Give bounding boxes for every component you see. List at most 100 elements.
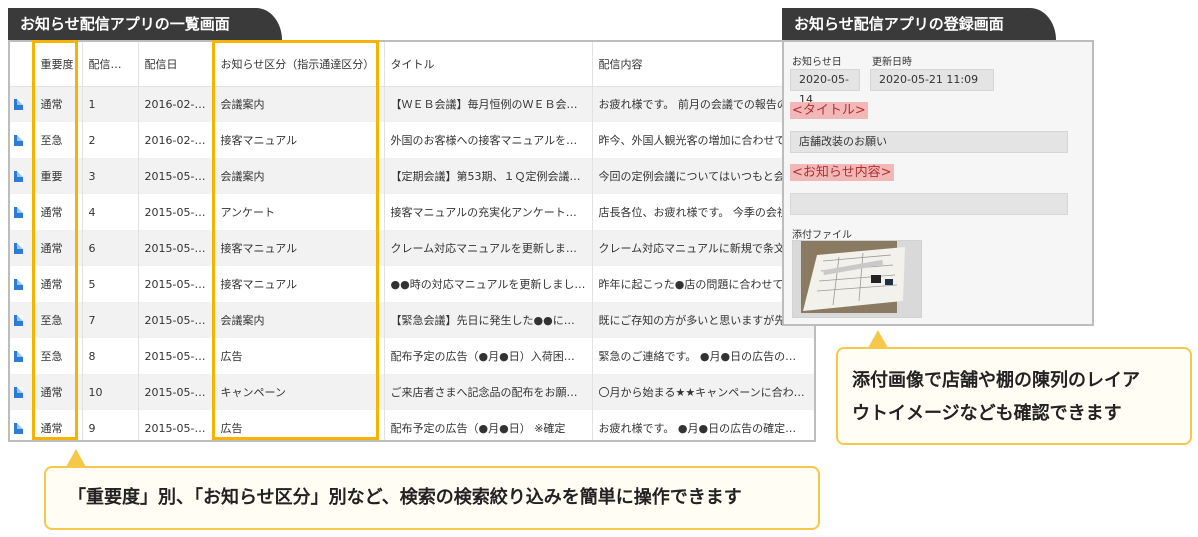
document-icon[interactable]: [14, 423, 23, 434]
number-cell: 3: [82, 158, 139, 194]
title-cell: クレーム対応マニュアルを更新しました…: [384, 230, 593, 266]
number-cell: 10: [82, 374, 139, 410]
priority-cell: 通常: [34, 230, 83, 266]
table-row[interactable]: 通常 1 2016-02-02 会議案内 【ＷＥＢ会議】毎月恒例のＷＥＢ会議。 お疲れ様で…: [10, 86, 814, 122]
priority-cell: 至急: [34, 122, 83, 158]
col-header-category[interactable]: お知らせ区分（指示通達区分）: [214, 42, 385, 87]
image-callout-line2: ウトイメージなども確認できます: [852, 403, 1122, 424]
priority-cell: 通常: [34, 194, 83, 230]
notice-list-panel: 重要度 配信番号 配信日 お知らせ区分（指示通達区分） タイトル 配信内容 通常…: [8, 40, 816, 442]
notice-register-panel: お知らせ日 更新日時 2020-05-14 2020-05-21 11:09 <…: [782, 40, 1094, 326]
title-cell: 【ＷＥＢ会議】毎月恒例のＷＥＢ会議。: [384, 86, 593, 122]
title-field[interactable]: 店舗改装のお願い: [790, 131, 1068, 153]
priority-cell: 重要: [34, 158, 83, 194]
search-callout: 「重要度」別、「お知らせ区分」別など、検索の検索絞り込みを簡単に操作できます: [44, 466, 820, 530]
priority-cell: 通常: [34, 410, 83, 440]
title-cell: 接客マニュアルの充実化アンケートへの…: [384, 194, 593, 230]
title-cell: 配布予定の広告（●月●日）入荷困難の…: [384, 338, 593, 374]
title-cell: 【定期会議】第53期、１Ｑ定例会議の…: [384, 158, 593, 194]
updated-field: 2020-05-21 11:09: [870, 69, 994, 91]
content-cell: お疲れ様です。 ●月●日の広告の確定…: [592, 410, 814, 440]
number-cell: 2: [82, 122, 139, 158]
document-icon[interactable]: [14, 171, 23, 182]
title-cell: 外国のお客様への接客マニュアルを更新…: [384, 122, 593, 158]
doc-icon-cell: [10, 158, 35, 194]
document-icon[interactable]: [14, 99, 23, 111]
number-cell: 5: [82, 266, 139, 302]
blueprint-photo-icon: [793, 241, 921, 317]
doc-icon-cell: [10, 122, 35, 158]
date-cell: 2015-05-24: [138, 338, 215, 374]
title-cell: 配布予定の広告（●月●日） ※確定: [384, 410, 593, 440]
notice-date-field[interactable]: 2020-05-14: [790, 69, 860, 106]
register-screen-tab: お知らせ配信アプリの登録画面: [782, 8, 1056, 40]
notice-table: 重要度 配信番号 配信日 お知らせ区分（指示通達区分） タイトル 配信内容 通常…: [10, 42, 814, 440]
image-callout: 添付画像で店舗や棚の陳列のレイア ウトイメージなども確認できます: [836, 347, 1192, 445]
document-icon[interactable]: [14, 207, 23, 218]
document-icon[interactable]: [14, 351, 23, 362]
image-callout-line1: 添付画像で店舗や棚の陳列のレイア: [852, 370, 1140, 391]
category-cell: 会議案内: [214, 158, 385, 194]
category-cell: 接客マニュアル: [214, 230, 385, 266]
title-cell: ご来店者さまへ記念品の配布をお願いい…: [384, 374, 593, 410]
doc-icon-cell: [10, 194, 35, 230]
content-cell: 緊急のご連絡です。 ●月●日の広告の…: [592, 338, 814, 374]
document-icon[interactable]: [14, 243, 23, 254]
attachment-thumbnail[interactable]: [792, 240, 922, 318]
category-cell: 会議案内: [214, 86, 385, 122]
content-cell: 〇月から始まる★★キャンペーンに合わ…: [592, 374, 814, 410]
col-header-date[interactable]: 配信日: [138, 42, 215, 87]
table-header-row: 重要度 配信番号 配信日 お知らせ区分（指示通達区分） タイトル 配信内容: [10, 42, 814, 87]
table-row[interactable]: 重要 3 2015-05-30 会議案内 【定期会議】第53期、１Ｑ定例会議の… 今回の定…: [10, 158, 814, 194]
attachment-label: 添付ファイル: [792, 230, 852, 241]
date-cell: 2016-02-01: [138, 122, 215, 158]
list-screen-tab: お知らせ配信アプリの一覧画面: [8, 8, 282, 40]
date-cell: 2015-05-27: [138, 230, 215, 266]
document-icon[interactable]: [14, 279, 23, 290]
table-row[interactable]: 至急 7 2015-05-26 会議案内 【緊急会議】先日に発生した●●に伴う… 既にご存…: [10, 302, 814, 338]
search-callout-pointer: [66, 449, 86, 467]
category-cell: キャンペーン: [214, 374, 385, 410]
table-row[interactable]: 至急 2 2016-02-01 接客マニュアル 外国のお客様への接客マニュアルを更新… 昨…: [10, 122, 814, 158]
table-row[interactable]: 至急 8 2015-05-24 広告 配布予定の広告（●月●日）入荷困難の… 緊急のご連絡…: [10, 338, 814, 374]
number-cell: 1: [82, 86, 139, 122]
date-cell: 2015-05-26: [138, 302, 215, 338]
doc-icon-cell: [10, 302, 35, 338]
date-cell: 2016-02-02: [138, 86, 215, 122]
category-cell: アンケート: [214, 194, 385, 230]
date-cell: 2015-05-22: [138, 374, 215, 410]
doc-icon-cell: [10, 338, 35, 374]
number-cell: 9: [82, 410, 139, 440]
date-cell: 2015-05-22: [138, 410, 215, 440]
content-heading: <お知らせ内容>: [790, 164, 894, 181]
date-cell: 2015-05-28: [138, 194, 215, 230]
col-header-number[interactable]: 配信番号: [82, 42, 139, 87]
table-row[interactable]: 通常 10 2015-05-22 キャンペーン ご来店者さまへ記念品の配布をお願いい… 〇…: [10, 374, 814, 410]
number-cell: 7: [82, 302, 139, 338]
document-icon[interactable]: [14, 315, 23, 326]
date-cell: 2015-05-30: [138, 158, 215, 194]
col-header-priority[interactable]: 重要度: [34, 42, 83, 87]
priority-cell: 至急: [34, 338, 83, 374]
number-cell: 6: [82, 230, 139, 266]
priority-cell: 通常: [34, 266, 83, 302]
doc-icon-cell: [10, 230, 35, 266]
content-field[interactable]: [790, 193, 1068, 215]
table-row[interactable]: 通常 6 2015-05-27 接客マニュアル クレーム対応マニュアルを更新しました… ク…: [10, 230, 814, 266]
table-row[interactable]: 通常 9 2015-05-22 広告 配布予定の広告（●月●日） ※確定 お疲れ様です。 …: [10, 410, 814, 440]
col-header-title[interactable]: タイトル: [384, 42, 593, 87]
category-cell: 接客マニュアル: [214, 266, 385, 302]
title-cell: 【緊急会議】先日に発生した●●に伴う…: [384, 302, 593, 338]
table-row[interactable]: 通常 4 2015-05-28 アンケート 接客マニュアルの充実化アンケートへの… 店長各…: [10, 194, 814, 230]
table-body: 通常 1 2016-02-02 会議案内 【ＷＥＢ会議】毎月恒例のＷＥＢ会議。 お疲れ様で…: [10, 86, 814, 440]
doc-icon-cell: [10, 374, 35, 410]
doc-icon-cell: [10, 86, 35, 122]
table-row[interactable]: 通常 5 2015-05-27 接客マニュアル ●●時の対応マニュアルを更新しました… 昨…: [10, 266, 814, 302]
priority-cell: 至急: [34, 302, 83, 338]
title-heading: <タイトル>: [790, 102, 868, 119]
document-icon[interactable]: [14, 135, 23, 146]
number-cell: 4: [82, 194, 139, 230]
category-cell: 接客マニュアル: [214, 122, 385, 158]
image-callout-pointer: [868, 330, 888, 348]
document-icon[interactable]: [14, 387, 23, 398]
